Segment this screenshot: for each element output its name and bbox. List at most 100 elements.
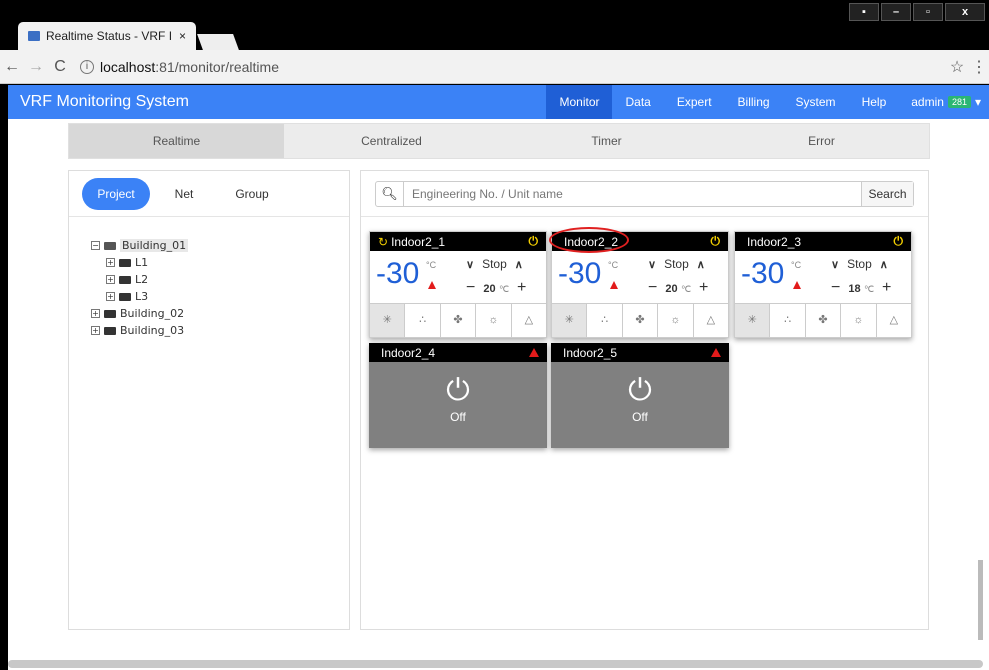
chevron-up-icon[interactable]: ∧	[880, 258, 888, 271]
fan-speed-row: ∨ Stop ∧	[466, 257, 523, 271]
tab-centralized[interactable]: Centralized	[284, 124, 499, 158]
dry-mode-icon[interactable]: ∴	[587, 304, 623, 337]
tab-group[interactable]: Group	[218, 178, 286, 210]
tree-node-l3[interactable]: + L3	[91, 288, 349, 305]
chevron-down-icon[interactable]: ∨	[648, 258, 656, 271]
fan-mode-icon[interactable]: ✤	[441, 304, 477, 337]
back-icon[interactable]: ←	[0, 58, 24, 76]
auto-mode-icon[interactable]: △	[877, 304, 911, 337]
browser-tab-strip: Realtime Status - VRF I × ▪ – ▫ x	[0, 0, 989, 50]
tree-node-building-01[interactable]: − Building_01	[91, 237, 349, 254]
cool-mode-icon[interactable]: ✳	[370, 304, 406, 337]
browser-menu-icon[interactable]: ⋮	[969, 57, 989, 77]
fan-mode-icon[interactable]: ✤	[806, 304, 842, 337]
power-icon[interactable]: ⏻	[894, 234, 904, 249]
app-brand[interactable]: VRF Monitoring System	[8, 93, 546, 111]
unit-card-header: Indoor2_4	[369, 343, 547, 362]
unit-card-indoor2-5[interactable]: Indoor2_5 ⏻ Off	[551, 343, 729, 448]
heat-mode-icon[interactable]: ☼	[476, 304, 512, 337]
tree-node-building-03[interactable]: + Building_03	[91, 322, 349, 339]
folder-icon	[104, 309, 116, 318]
nav-expert[interactable]: Expert	[664, 85, 725, 119]
nav-help[interactable]: Help	[849, 85, 900, 119]
unit-card-indoor2-1[interactable]: ↻ Indoor2_1 ⏻ -30 °C ∨ Stop ∧ − 20 ℃ + ✳…	[369, 231, 547, 338]
chevron-down-icon[interactable]: ∨	[466, 258, 474, 271]
info-icon[interactable]: i	[80, 59, 94, 74]
minus-button[interactable]: −	[831, 279, 840, 297]
reload-icon[interactable]: C	[48, 58, 72, 76]
tree-node-building-02[interactable]: + Building_02	[91, 305, 349, 322]
dry-mode-icon[interactable]: ∴	[405, 304, 441, 337]
power-icon[interactable]: ⏻	[711, 234, 721, 249]
tab-realtime[interactable]: Realtime	[69, 124, 284, 158]
alarm-icon[interactable]	[711, 348, 721, 357]
cool-mode-icon[interactable]: ✳	[735, 304, 771, 337]
dry-mode-icon[interactable]: ∴	[770, 304, 806, 337]
tree-node-label: Building_02	[120, 307, 185, 320]
auto-mode-icon[interactable]: △	[512, 304, 546, 337]
nav-monitor[interactable]: Monitor	[546, 85, 613, 119]
auto-mode-icon[interactable]: △	[694, 304, 728, 337]
tree-node-l2[interactable]: + L2	[91, 271, 349, 288]
vertical-scrollbar[interactable]	[978, 560, 983, 640]
tree-node-label: L1	[135, 256, 149, 269]
plus-button[interactable]: +	[517, 279, 526, 297]
plus-button[interactable]: +	[882, 279, 891, 297]
chevron-up-icon[interactable]: ∧	[697, 258, 705, 271]
setpoint-row: − 20 ℃ +	[466, 279, 526, 297]
caret-down-icon: ▾	[974, 95, 981, 109]
bookmark-star-icon[interactable]: ☆	[945, 57, 969, 77]
expand-icon[interactable]: +	[106, 275, 115, 284]
power-icon[interactable]: ⏻	[529, 234, 539, 249]
expand-icon[interactable]: +	[106, 258, 115, 267]
unit-name: Indoor2_4	[381, 345, 436, 360]
chevron-down-icon[interactable]: ∨	[831, 258, 839, 271]
search-button[interactable]: Search	[861, 181, 913, 206]
tab-close-icon[interactable]: ×	[179, 29, 186, 43]
expand-icon[interactable]: +	[106, 292, 115, 301]
alarm-icon[interactable]	[529, 348, 539, 357]
tab-project[interactable]: Project	[82, 177, 150, 210]
tree-panel: Project Net Group − Building_01 + L1 + L…	[68, 170, 350, 630]
fan-mode-icon[interactable]: ✤	[623, 304, 659, 337]
nav-data[interactable]: Data	[612, 85, 663, 119]
chevron-up-icon[interactable]: ∧	[515, 258, 523, 271]
tab-timer[interactable]: Timer	[499, 124, 714, 158]
expand-icon[interactable]: +	[91, 326, 100, 335]
power-icon[interactable]: ⏻	[551, 376, 729, 406]
folder-open-icon	[104, 241, 116, 250]
cool-mode-icon[interactable]: ✳	[552, 304, 588, 337]
top-navbar: VRF Monitoring System Monitor Data Exper…	[8, 85, 989, 119]
user-menu[interactable]: admin 281 ▾	[899, 95, 989, 109]
minimize-button[interactable]: –	[881, 3, 911, 21]
power-icon[interactable]: ⏻	[369, 376, 547, 406]
nav-system[interactable]: System	[783, 85, 849, 119]
favicon-icon	[28, 31, 40, 41]
close-window-button[interactable]: x	[945, 3, 985, 21]
warning-icon	[793, 281, 801, 289]
browser-tab[interactable]: Realtime Status - VRF I ×	[18, 22, 196, 50]
forward-icon[interactable]: →	[24, 58, 48, 76]
url-field[interactable]: i localhost :81/monitor/realtime	[80, 55, 937, 79]
heat-mode-icon[interactable]: ☼	[841, 304, 877, 337]
tree-node-l1[interactable]: + L1	[91, 254, 349, 271]
tab-net[interactable]: Net	[150, 178, 218, 210]
search-row: 🔍︎ Search	[361, 171, 928, 217]
nav-billing[interactable]: Billing	[725, 85, 783, 119]
tab-error[interactable]: Error	[714, 124, 929, 158]
minus-button[interactable]: −	[466, 279, 475, 297]
minus-button[interactable]: −	[648, 279, 657, 297]
heat-mode-icon[interactable]: ☼	[658, 304, 694, 337]
notification-badge: 281	[947, 96, 971, 108]
setpoint-unit: ℃	[498, 284, 510, 294]
search-input[interactable]	[404, 181, 861, 206]
unit-card-indoor2-3[interactable]: Indoor2_3 ⏻ -30 °C ∨ Stop ∧ − 18 ℃ + ✳ ∴…	[734, 231, 912, 338]
window-user-icon[interactable]: ▪	[849, 3, 879, 21]
horizontal-scrollbar[interactable]	[8, 660, 983, 668]
new-tab-button[interactable]	[197, 34, 239, 50]
collapse-icon[interactable]: −	[91, 241, 100, 250]
expand-icon[interactable]: +	[91, 309, 100, 318]
plus-button[interactable]: +	[699, 279, 708, 297]
maximize-button[interactable]: ▫	[913, 3, 943, 21]
unit-card-indoor2-4[interactable]: Indoor2_4 ⏻ Off	[369, 343, 547, 448]
